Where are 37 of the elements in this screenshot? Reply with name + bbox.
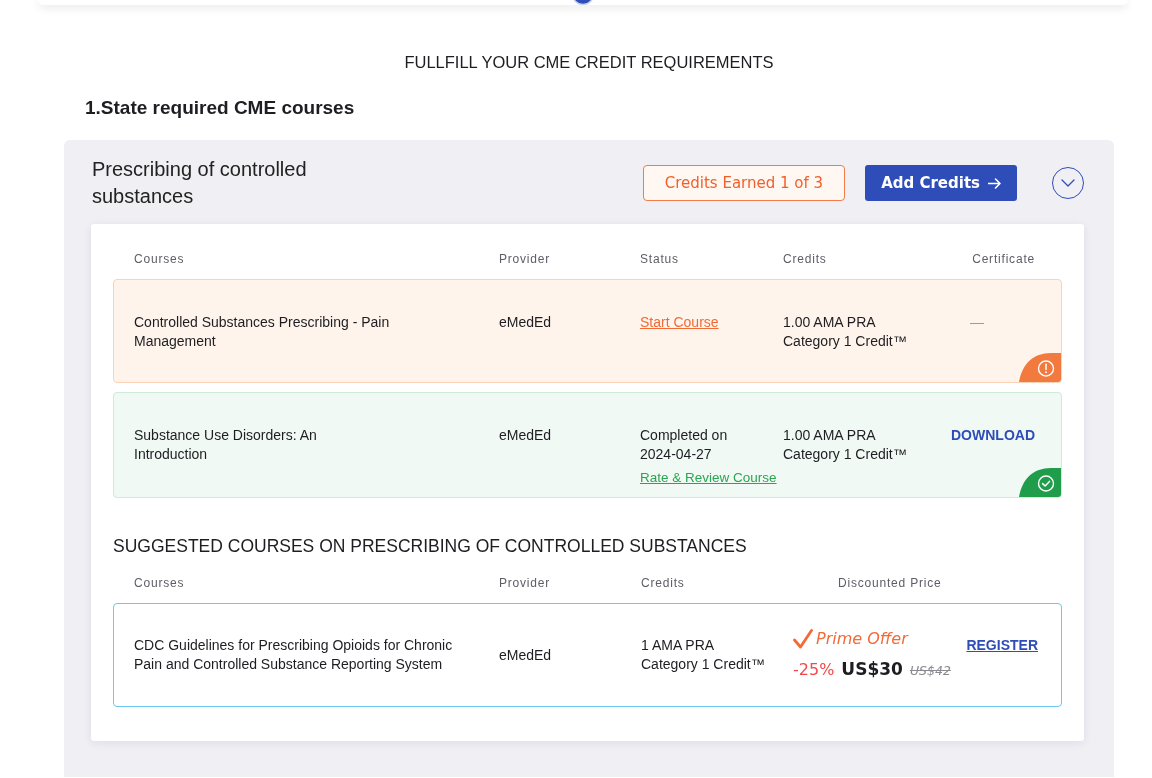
check-tab-icon	[1019, 468, 1061, 497]
course-name: Controlled Substances Prescribing - Pain Management	[134, 313, 391, 351]
add-credits-button[interactable]: Add Credits	[865, 165, 1017, 201]
column-header: Courses	[134, 576, 186, 590]
credits-text: 1.00 AMA PRA Category 1 Credit™	[783, 313, 908, 351]
section-title: 1.State required CME courses	[85, 96, 356, 120]
download-link[interactable]: DOWNLOAD	[951, 426, 1035, 445]
column-header: Certificate	[972, 252, 1035, 266]
check-icon	[793, 629, 813, 649]
credits-text: 1.00 AMA PRA Category 1 Credit™	[783, 426, 908, 464]
column-header: Provider	[499, 252, 552, 266]
credits-text: 1 AMA PRA Category 1 Credit™	[641, 636, 766, 674]
column-header: Credits	[783, 252, 828, 266]
discount-text: -25%	[793, 659, 835, 681]
column-header: Discounted Price	[837, 576, 943, 590]
column-header: Credits	[641, 576, 686, 590]
requirement-title: Prescribing of controlled substances	[92, 157, 308, 209]
course-name: Substance Use Disorders: An Introduction	[134, 426, 318, 464]
arrow-right-icon	[988, 177, 1001, 189]
column-header: Provider	[499, 576, 552, 590]
offer-label: Prime Offer	[816, 628, 908, 650]
page-title: FULLFILL YOUR CME CREDIT REQUIREMENTS	[403, 52, 775, 73]
course-name: CDC Guidelines for Prescribing Opioids for Chronic Pain and Controlled Substance Reporting System	[134, 636, 454, 674]
price-text: US$30	[841, 658, 903, 680]
column-header: Courses	[134, 252, 186, 266]
status-text: Completed on 2024-04-27	[640, 426, 729, 464]
chevron-down-icon	[1061, 179, 1075, 187]
provider-name: eMedEd	[499, 426, 553, 445]
suggested-heading: SUGGESTED COURSES ON PRESCRIBING OF CONTROLLED SUBSTANCES	[113, 535, 748, 558]
original-price-text: US$42	[909, 662, 951, 680]
provider-name: eMedEd	[499, 313, 553, 332]
alert-tab-icon	[1019, 353, 1061, 382]
provider-name: eMedEd	[499, 645, 553, 665]
credits-badge: Credits Earned 1 of 3	[642, 165, 846, 201]
column-header: Status	[640, 252, 680, 266]
register-link[interactable]: REGISTER	[966, 635, 1038, 655]
certificate-dash: —	[970, 313, 984, 332]
